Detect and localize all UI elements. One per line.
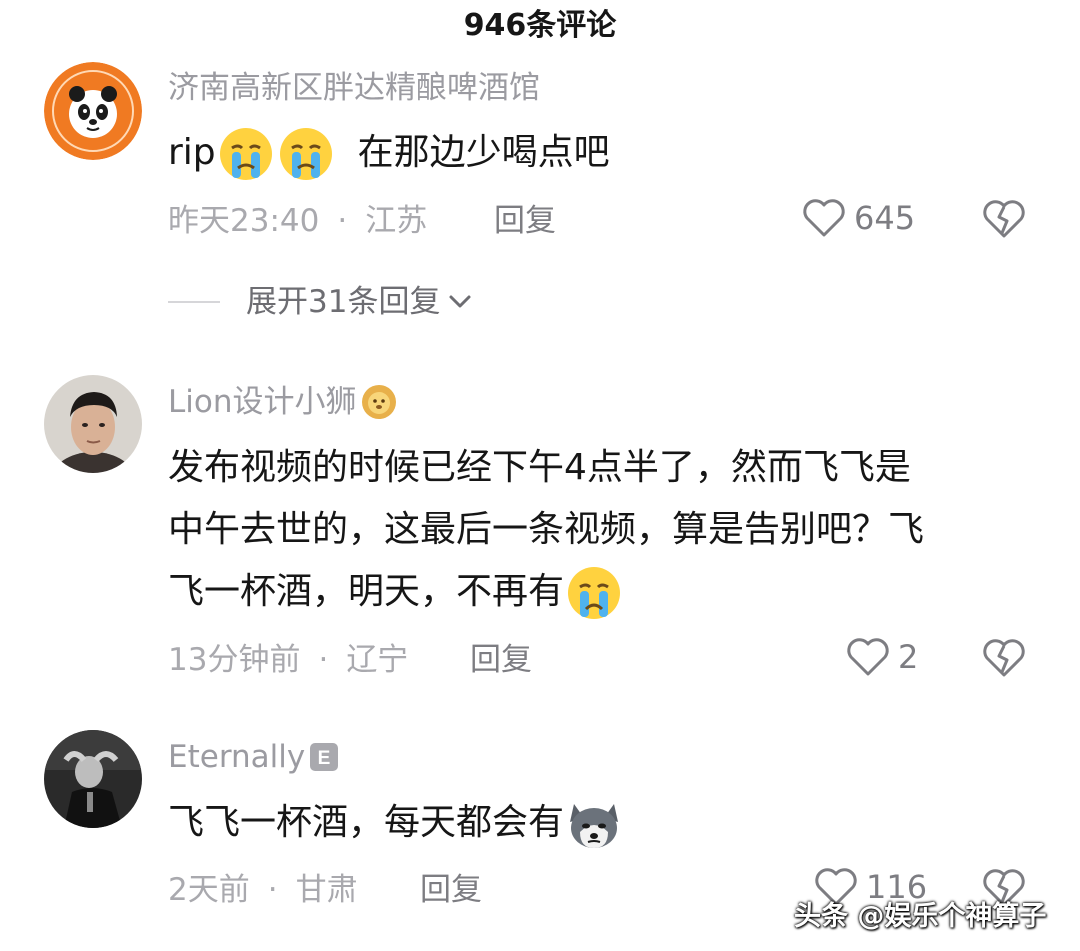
crying-emoji bbox=[278, 126, 334, 182]
panda-logo-avatar[interactable] bbox=[44, 62, 142, 160]
dark-photo-avatar[interactable] bbox=[44, 730, 142, 828]
heart-icon bbox=[803, 199, 845, 237]
comment-text-line: 中午去世的，这最后一条视频，算是告别吧？飞 bbox=[168, 509, 925, 550]
broken-heart-icon bbox=[983, 639, 1025, 677]
reply-button[interactable]: 回复 bbox=[420, 870, 482, 910]
comment-text-line: 飞飞一杯酒，每天都会有 bbox=[168, 802, 565, 843]
badge-letter: E bbox=[318, 748, 331, 769]
comment-username[interactable]: Lion设计小狮 bbox=[168, 382, 397, 422]
comment-text: rip 在那边少喝点吧 bbox=[168, 122, 1028, 184]
comment-text-line: 发布视频的时候已经下午4点半了，然而飞飞是 bbox=[168, 447, 911, 488]
broken-heart-icon bbox=[983, 200, 1025, 238]
comment-location: 甘肃 bbox=[295, 872, 358, 908]
comment-username[interactable]: 济南高新区胖达精酿啤酒馆 bbox=[168, 68, 540, 108]
comment-meta: 昨天23:40 · 江苏 bbox=[168, 201, 427, 241]
like-count: 2 bbox=[898, 638, 919, 676]
dislike-button[interactable] bbox=[982, 199, 1026, 239]
chevron-down-icon bbox=[449, 295, 471, 308]
crying-emoji bbox=[218, 126, 274, 182]
expand-replies-label: 展开31条回复 bbox=[246, 284, 441, 320]
like-button[interactable]: 2 bbox=[846, 637, 918, 677]
man-photo-avatar[interactable] bbox=[44, 375, 142, 473]
comment-time: 2天前 bbox=[168, 872, 250, 908]
comment-text-line-with-emoji: 飞一杯酒，明天，不再有 bbox=[168, 561, 1028, 623]
comment-username[interactable]: Eternally E bbox=[168, 737, 339, 777]
comment-text: 飞飞一杯酒，每天都会有 bbox=[168, 792, 1028, 854]
lion-emoji bbox=[361, 384, 397, 420]
husky-dog-emoji bbox=[566, 796, 622, 852]
like-count: 645 bbox=[854, 199, 916, 237]
comment-text-line: 飞一杯酒，明天，不再有 bbox=[168, 571, 565, 612]
like-button[interactable]: 645 bbox=[802, 198, 915, 238]
expand-replies-button[interactable]: 展开31条回复 bbox=[168, 282, 474, 322]
comment-location: 江苏 bbox=[365, 203, 428, 239]
reply-button[interactable]: 回复 bbox=[470, 640, 532, 680]
source-watermark: 头条 @娱乐个神算子 bbox=[794, 901, 1047, 932]
comment-meta: 2天前 · 甘肃 bbox=[168, 870, 358, 910]
expand-divider bbox=[168, 301, 220, 303]
comment-time: 13分钟前 bbox=[168, 642, 301, 678]
comment-username-text: Lion设计小狮 bbox=[168, 384, 357, 420]
comment-text-suffix: 在那边少喝点吧 bbox=[357, 132, 610, 173]
comment-time: 昨天23:40 bbox=[168, 203, 320, 239]
heart-icon bbox=[847, 638, 889, 676]
crying-emoji bbox=[566, 565, 622, 621]
meta-separator: · bbox=[337, 203, 348, 239]
comment-meta: 13分钟前 · 辽宁 bbox=[168, 640, 408, 680]
meta-separator: · bbox=[267, 872, 278, 908]
comment-username-text: Eternally bbox=[168, 739, 306, 775]
dislike-button[interactable] bbox=[982, 638, 1026, 678]
reply-button[interactable]: 回复 bbox=[494, 201, 556, 241]
comment-text-prefix: rip bbox=[168, 132, 216, 173]
comment-text: 发布视频的时候已经下午4点半了，然而飞飞是 中午去世的，这最后一条视频，算是告别… bbox=[168, 437, 1028, 623]
comment-location: 辽宁 bbox=[346, 642, 409, 678]
e-badge: E bbox=[309, 742, 339, 772]
comments-panel: 946条评论 济南高新区胖达精酿啤酒馆 rip 在那边少喝点吧 昨天23:40 … bbox=[0, 0, 1080, 951]
comments-count-title: 946条评论 bbox=[463, 8, 617, 43]
meta-separator: · bbox=[318, 642, 329, 678]
